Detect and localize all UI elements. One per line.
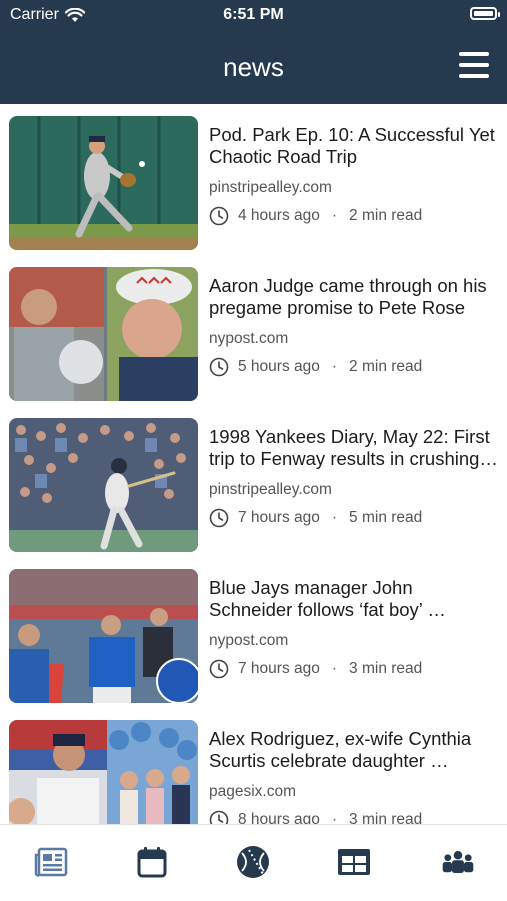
article-thumbnail (9, 116, 198, 250)
article-meta: 5 hours ago · 2 min read (209, 357, 422, 377)
clock-icon (209, 508, 229, 528)
article-age: 4 hours ago (238, 207, 320, 224)
news-list: Pod. Park Ep. 10: A Successful Yet Chaot… (0, 104, 507, 824)
article-thumbnail (9, 569, 198, 703)
top-bar: Carrier 6:51 PM news (0, 0, 507, 104)
bottom-tab-bar (0, 824, 507, 901)
standings-table-icon (338, 849, 370, 875)
meta-separator: · (331, 811, 338, 824)
page-title: news (223, 52, 284, 82)
article-meta: 7 hours ago · 3 min read (209, 659, 422, 679)
article-meta: 8 hours ago · 3 min read (209, 810, 422, 824)
news-item[interactable]: 1998 Yankees Diary, May 22: First trip t… (0, 406, 507, 552)
calendar-icon (137, 847, 167, 878)
article-source: nypost.com (209, 632, 289, 649)
news-item[interactable]: Aaron Judge came through on his pregame … (0, 255, 507, 401)
tab-players[interactable] (441, 845, 475, 879)
article-thumbnail (9, 418, 198, 552)
article-thumbnail (9, 267, 198, 401)
article-read-time: 5 min read (349, 509, 423, 526)
clock-icon (209, 659, 229, 679)
article-meta: 7 hours ago · 5 min read (209, 508, 422, 528)
article-read-time: 3 min read (349, 811, 423, 824)
article-age: 7 hours ago (238, 660, 320, 677)
tab-standings[interactable] (337, 845, 371, 879)
news-item[interactable]: Pod. Park Ep. 10: A Successful Yet Chaot… (0, 104, 507, 250)
meta-separator: · (331, 207, 338, 224)
article-read-time: 3 min read (349, 660, 423, 677)
article-title[interactable]: Blue Jays manager John Schneider follows… (209, 577, 499, 621)
meta-separator: · (331, 358, 338, 375)
hamburger-menu-icon[interactable] (459, 52, 489, 78)
article-age: 7 hours ago (238, 509, 320, 526)
team-players-icon (442, 850, 474, 874)
clock-icon (209, 206, 229, 226)
article-source: pinstripealley.com (209, 481, 332, 498)
article-source: pinstripealley.com (209, 179, 332, 196)
baseball-icon (237, 846, 269, 878)
clock-icon (209, 810, 229, 824)
meta-separator: · (331, 509, 338, 526)
meta-separator: · (331, 660, 338, 677)
article-read-time: 2 min read (349, 358, 423, 375)
article-title[interactable]: 1998 Yankees Diary, May 22: First trip t… (209, 426, 499, 470)
status-time: 6:51 PM (223, 6, 284, 23)
newspaper-icon (34, 847, 68, 877)
article-title[interactable]: Aaron Judge came through on his pregame … (209, 275, 499, 319)
article-age: 5 hours ago (238, 358, 320, 375)
battery-icon (470, 7, 500, 20)
article-meta: 4 hours ago · 2 min read (209, 206, 422, 226)
article-source: nypost.com (209, 330, 289, 347)
tab-news[interactable] (34, 845, 68, 879)
article-title[interactable]: Alex Rodriguez, ex-wife Cynthia Scurtis … (209, 728, 499, 772)
article-read-time: 2 min read (349, 207, 423, 224)
article-thumbnail (9, 720, 198, 824)
tab-schedule[interactable] (135, 845, 169, 879)
status-bar: Carrier 6:51 PM (0, 0, 507, 30)
tab-games[interactable] (236, 845, 270, 879)
article-title[interactable]: Pod. Park Ep. 10: A Successful Yet Chaot… (209, 124, 499, 168)
article-age: 8 hours ago (238, 811, 320, 824)
article-source: pagesix.com (209, 783, 297, 800)
news-item[interactable]: Blue Jays manager John Schneider follows… (0, 557, 507, 703)
clock-icon (209, 357, 229, 377)
news-item[interactable]: Alex Rodriguez, ex-wife Cynthia Scurtis … (0, 708, 507, 824)
